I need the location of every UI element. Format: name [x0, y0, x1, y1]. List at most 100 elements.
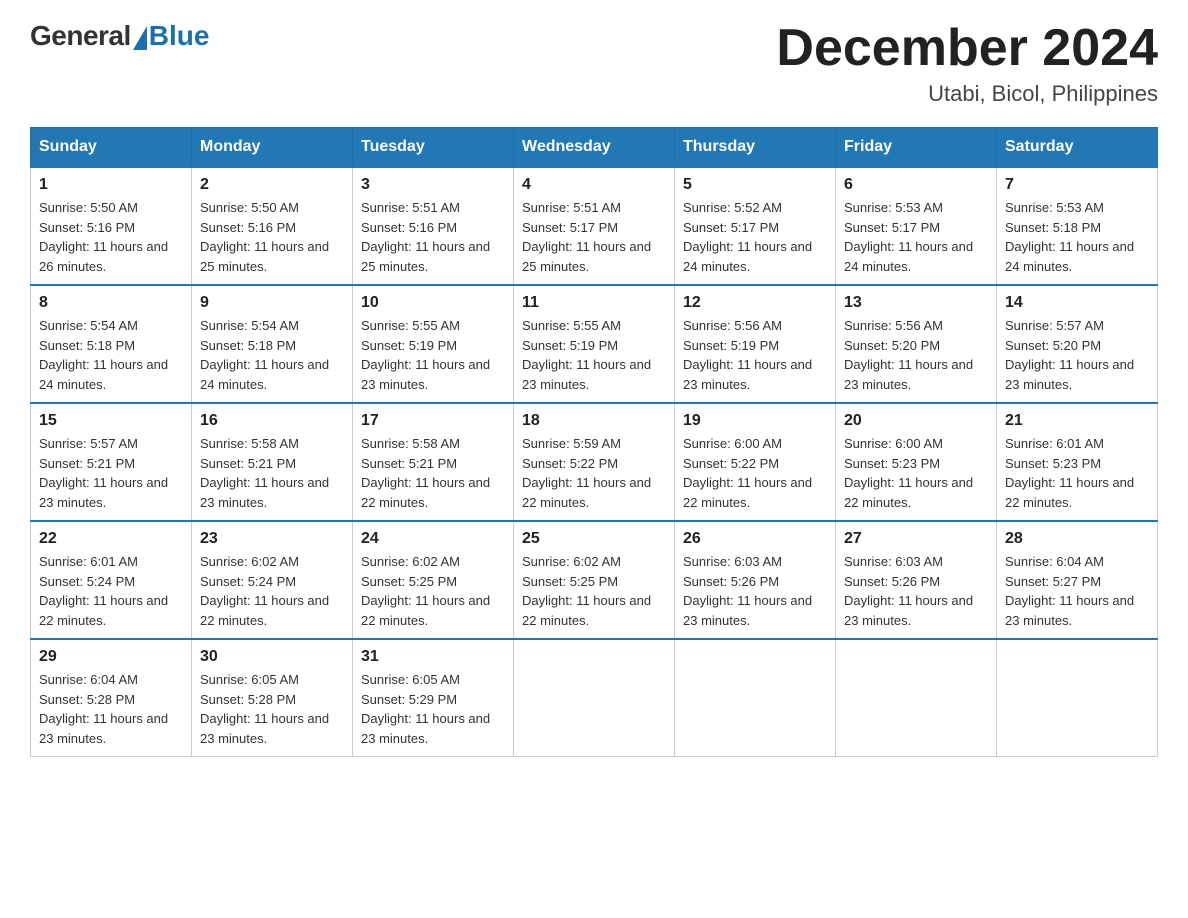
- day-info: Sunrise: 5:58 AMSunset: 5:21 PMDaylight:…: [361, 434, 505, 512]
- day-number: 31: [361, 648, 505, 666]
- day-info: Sunrise: 5:53 AMSunset: 5:17 PMDaylight:…: [844, 198, 988, 276]
- day-cell-8: 8 Sunrise: 5:54 AMSunset: 5:18 PMDayligh…: [31, 285, 192, 403]
- day-cell-2: 2 Sunrise: 5:50 AMSunset: 5:16 PMDayligh…: [192, 167, 353, 285]
- day-info: Sunrise: 5:56 AMSunset: 5:20 PMDaylight:…: [844, 316, 988, 394]
- col-wednesday: Wednesday: [514, 128, 675, 168]
- day-number: 4: [522, 176, 666, 194]
- calendar-week-4: 22 Sunrise: 6:01 AMSunset: 5:24 PMDaylig…: [31, 521, 1158, 639]
- day-number: 9: [200, 294, 344, 312]
- day-info: Sunrise: 5:58 AMSunset: 5:21 PMDaylight:…: [200, 434, 344, 512]
- day-info: Sunrise: 6:00 AMSunset: 5:22 PMDaylight:…: [683, 434, 827, 512]
- day-cell-25: 25 Sunrise: 6:02 AMSunset: 5:25 PMDaylig…: [514, 521, 675, 639]
- day-cell-5: 5 Sunrise: 5:52 AMSunset: 5:17 PMDayligh…: [675, 167, 836, 285]
- day-cell-10: 10 Sunrise: 5:55 AMSunset: 5:19 PMDaylig…: [353, 285, 514, 403]
- day-number: 26: [683, 530, 827, 548]
- day-info: Sunrise: 5:51 AMSunset: 5:17 PMDaylight:…: [522, 198, 666, 276]
- day-info: Sunrise: 6:04 AMSunset: 5:27 PMDaylight:…: [1005, 552, 1149, 630]
- day-number: 12: [683, 294, 827, 312]
- day-number: 14: [1005, 294, 1149, 312]
- day-info: Sunrise: 5:56 AMSunset: 5:19 PMDaylight:…: [683, 316, 827, 394]
- day-number: 20: [844, 412, 988, 430]
- calendar-header-row: Sunday Monday Tuesday Wednesday Thursday…: [31, 128, 1158, 168]
- day-cell-15: 15 Sunrise: 5:57 AMSunset: 5:21 PMDaylig…: [31, 403, 192, 521]
- page-header: General Blue December 2024 Utabi, Bicol,…: [30, 20, 1158, 107]
- calendar-week-2: 8 Sunrise: 5:54 AMSunset: 5:18 PMDayligh…: [31, 285, 1158, 403]
- col-sunday: Sunday: [31, 128, 192, 168]
- day-info: Sunrise: 6:05 AMSunset: 5:29 PMDaylight:…: [361, 670, 505, 748]
- day-info: Sunrise: 6:04 AMSunset: 5:28 PMDaylight:…: [39, 670, 183, 748]
- col-monday: Monday: [192, 128, 353, 168]
- day-cell-22: 22 Sunrise: 6:01 AMSunset: 5:24 PMDaylig…: [31, 521, 192, 639]
- day-cell-13: 13 Sunrise: 5:56 AMSunset: 5:20 PMDaylig…: [836, 285, 997, 403]
- calendar-table: Sunday Monday Tuesday Wednesday Thursday…: [30, 127, 1158, 757]
- day-cell-11: 11 Sunrise: 5:55 AMSunset: 5:19 PMDaylig…: [514, 285, 675, 403]
- day-info: Sunrise: 6:02 AMSunset: 5:24 PMDaylight:…: [200, 552, 344, 630]
- day-cell-empty-4-4: [675, 639, 836, 757]
- day-cell-empty-4-6: [997, 639, 1158, 757]
- logo: General Blue: [30, 20, 209, 52]
- day-cell-21: 21 Sunrise: 6:01 AMSunset: 5:23 PMDaylig…: [997, 403, 1158, 521]
- day-number: 19: [683, 412, 827, 430]
- day-number: 11: [522, 294, 666, 312]
- day-cell-4: 4 Sunrise: 5:51 AMSunset: 5:17 PMDayligh…: [514, 167, 675, 285]
- day-number: 5: [683, 176, 827, 194]
- day-info: Sunrise: 5:57 AMSunset: 5:20 PMDaylight:…: [1005, 316, 1149, 394]
- col-saturday: Saturday: [997, 128, 1158, 168]
- month-title: December 2024: [776, 20, 1158, 77]
- day-cell-29: 29 Sunrise: 6:04 AMSunset: 5:28 PMDaylig…: [31, 639, 192, 757]
- col-thursday: Thursday: [675, 128, 836, 168]
- day-info: Sunrise: 6:02 AMSunset: 5:25 PMDaylight:…: [361, 552, 505, 630]
- day-cell-16: 16 Sunrise: 5:58 AMSunset: 5:21 PMDaylig…: [192, 403, 353, 521]
- day-info: Sunrise: 5:50 AMSunset: 5:16 PMDaylight:…: [39, 198, 183, 276]
- day-cell-9: 9 Sunrise: 5:54 AMSunset: 5:18 PMDayligh…: [192, 285, 353, 403]
- day-number: 30: [200, 648, 344, 666]
- day-cell-12: 12 Sunrise: 5:56 AMSunset: 5:19 PMDaylig…: [675, 285, 836, 403]
- day-cell-30: 30 Sunrise: 6:05 AMSunset: 5:28 PMDaylig…: [192, 639, 353, 757]
- day-number: 21: [1005, 412, 1149, 430]
- day-cell-19: 19 Sunrise: 6:00 AMSunset: 5:22 PMDaylig…: [675, 403, 836, 521]
- day-info: Sunrise: 6:00 AMSunset: 5:23 PMDaylight:…: [844, 434, 988, 512]
- day-info: Sunrise: 5:50 AMSunset: 5:16 PMDaylight:…: [200, 198, 344, 276]
- day-cell-18: 18 Sunrise: 5:59 AMSunset: 5:22 PMDaylig…: [514, 403, 675, 521]
- day-cell-6: 6 Sunrise: 5:53 AMSunset: 5:17 PMDayligh…: [836, 167, 997, 285]
- day-info: Sunrise: 6:01 AMSunset: 5:24 PMDaylight:…: [39, 552, 183, 630]
- day-number: 17: [361, 412, 505, 430]
- day-number: 1: [39, 176, 183, 194]
- day-info: Sunrise: 5:54 AMSunset: 5:18 PMDaylight:…: [200, 316, 344, 394]
- day-info: Sunrise: 5:55 AMSunset: 5:19 PMDaylight:…: [522, 316, 666, 394]
- day-info: Sunrise: 5:55 AMSunset: 5:19 PMDaylight:…: [361, 316, 505, 394]
- day-info: Sunrise: 5:53 AMSunset: 5:18 PMDaylight:…: [1005, 198, 1149, 276]
- calendar-week-3: 15 Sunrise: 5:57 AMSunset: 5:21 PMDaylig…: [31, 403, 1158, 521]
- day-cell-1: 1 Sunrise: 5:50 AMSunset: 5:16 PMDayligh…: [31, 167, 192, 285]
- day-info: Sunrise: 6:05 AMSunset: 5:28 PMDaylight:…: [200, 670, 344, 748]
- day-cell-3: 3 Sunrise: 5:51 AMSunset: 5:16 PMDayligh…: [353, 167, 514, 285]
- day-cell-20: 20 Sunrise: 6:00 AMSunset: 5:23 PMDaylig…: [836, 403, 997, 521]
- day-number: 28: [1005, 530, 1149, 548]
- day-number: 22: [39, 530, 183, 548]
- day-cell-24: 24 Sunrise: 6:02 AMSunset: 5:25 PMDaylig…: [353, 521, 514, 639]
- day-info: Sunrise: 5:57 AMSunset: 5:21 PMDaylight:…: [39, 434, 183, 512]
- day-info: Sunrise: 5:52 AMSunset: 5:17 PMDaylight:…: [683, 198, 827, 276]
- day-number: 8: [39, 294, 183, 312]
- day-cell-empty-4-5: [836, 639, 997, 757]
- day-number: 16: [200, 412, 344, 430]
- day-info: Sunrise: 5:51 AMSunset: 5:16 PMDaylight:…: [361, 198, 505, 276]
- day-number: 25: [522, 530, 666, 548]
- day-cell-17: 17 Sunrise: 5:58 AMSunset: 5:21 PMDaylig…: [353, 403, 514, 521]
- day-cell-empty-4-3: [514, 639, 675, 757]
- day-number: 13: [844, 294, 988, 312]
- day-cell-23: 23 Sunrise: 6:02 AMSunset: 5:24 PMDaylig…: [192, 521, 353, 639]
- title-section: December 2024 Utabi, Bicol, Philippines: [776, 20, 1158, 107]
- day-number: 18: [522, 412, 666, 430]
- logo-triangle-icon: [133, 26, 147, 50]
- day-cell-28: 28 Sunrise: 6:04 AMSunset: 5:27 PMDaylig…: [997, 521, 1158, 639]
- day-cell-31: 31 Sunrise: 6:05 AMSunset: 5:29 PMDaylig…: [353, 639, 514, 757]
- calendar-week-1: 1 Sunrise: 5:50 AMSunset: 5:16 PMDayligh…: [31, 167, 1158, 285]
- day-number: 29: [39, 648, 183, 666]
- col-friday: Friday: [836, 128, 997, 168]
- day-number: 15: [39, 412, 183, 430]
- day-info: Sunrise: 5:59 AMSunset: 5:22 PMDaylight:…: [522, 434, 666, 512]
- logo-blue-text: Blue: [149, 20, 210, 52]
- logo-general-text: General: [30, 20, 131, 52]
- day-cell-26: 26 Sunrise: 6:03 AMSunset: 5:26 PMDaylig…: [675, 521, 836, 639]
